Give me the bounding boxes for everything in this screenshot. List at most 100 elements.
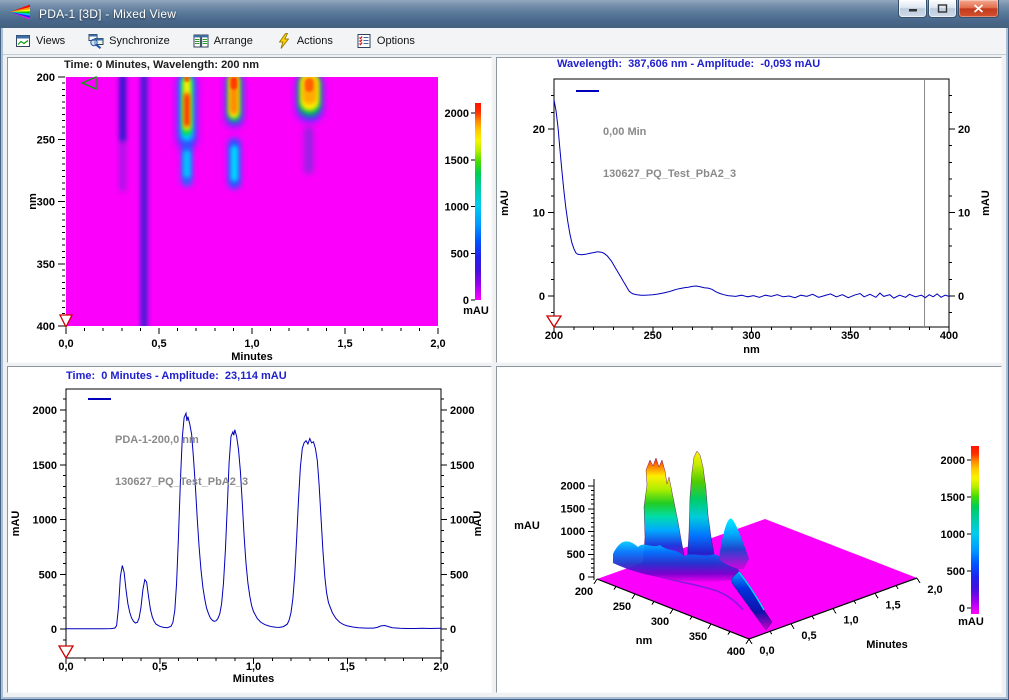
title-bar[interactable]: PDA-1 [3D] - Mixed View <box>0 0 1009 28</box>
app-window: PDA-1 [3D] - Mixed View Views <box>0 0 1009 700</box>
tick-label: 0,5 <box>151 338 166 350</box>
close-icon <box>973 4 984 13</box>
tick-label: 2000 <box>445 108 469 120</box>
actions-label: Actions <box>297 35 333 47</box>
tick-label: 0 <box>959 603 965 615</box>
tick-label: 350 <box>841 330 859 342</box>
tick-label: 1,5 <box>340 661 355 673</box>
tick-label: 2000 <box>33 405 57 417</box>
y-axis-label-left: mAU <box>499 190 511 216</box>
arrange-label: Arrange <box>214 35 253 47</box>
tick-label: 200 <box>545 330 563 342</box>
surface3d-plot[interactable]: 0500100015002000mAU200250300350400nm0,00… <box>497 367 1003 694</box>
actions-button[interactable]: Actions <box>270 29 344 53</box>
legend-line-sample <box>576 90 599 92</box>
tick-label: 500 <box>451 248 469 260</box>
tick-label: 400 <box>940 330 958 342</box>
actions-icon <box>276 33 292 49</box>
options-label: Options <box>377 35 415 47</box>
tick-label: 500 <box>567 549 585 561</box>
window-controls <box>897 0 999 18</box>
tick-label: 250 <box>613 601 631 613</box>
tick-mark <box>690 617 692 620</box>
synchronize-label: Synchronize <box>109 35 170 47</box>
options-button[interactable]: Options <box>350 29 426 53</box>
app-icon <box>8 4 32 25</box>
tick-label: 350 <box>37 259 55 271</box>
tick-label: 1,5 <box>885 599 900 611</box>
heatmap-band <box>120 137 126 192</box>
tick-mark <box>728 632 730 635</box>
toolbar: Views Synchronize Arrange Actions <box>3 28 1006 55</box>
tick-mark <box>896 586 898 589</box>
y-axis-label: nm <box>27 193 39 210</box>
tick-label: 1000 <box>941 529 965 541</box>
window-title: PDA-1 [3D] - Mixed View <box>39 7 176 21</box>
close-button[interactable] <box>958 0 999 18</box>
tick-mark <box>670 609 673 614</box>
tick-label: 500 <box>947 566 965 578</box>
tick-label: 400 <box>37 321 55 333</box>
synchronize-button[interactable]: Synchronize <box>82 29 181 53</box>
heatmap-band <box>183 150 190 177</box>
tick-label: 1000 <box>450 515 474 527</box>
tick-mark <box>812 616 814 619</box>
tick-label: 2,0 <box>433 661 448 673</box>
colorbar <box>971 446 979 614</box>
tick-mark <box>614 587 616 590</box>
position-marker[interactable] <box>547 316 561 327</box>
tick-label: 1,0 <box>843 615 858 627</box>
tick-label: 1500 <box>561 503 585 515</box>
x-axis-label: Minutes <box>233 673 275 685</box>
heatmap-band <box>231 145 238 181</box>
chromatogram-panel: Time: 0 Minutes - Amplitude: 23,114 mAU … <box>7 366 492 693</box>
tick-mark <box>708 624 711 629</box>
options-icon <box>356 33 372 49</box>
tick-label: 0 <box>958 291 964 303</box>
tick-mark <box>770 631 772 634</box>
tick-label: 2000 <box>561 481 585 493</box>
heatmap-band <box>119 73 126 141</box>
chromatogram-legend: PDA-1-200,0 nm 130627_PQ_Test_PbA2_3 <box>88 391 248 517</box>
arrange-button[interactable]: Arrange <box>187 29 264 53</box>
tick-label: 400 <box>727 646 745 658</box>
tick-mark <box>875 593 878 598</box>
tick-mark <box>749 639 752 644</box>
contour-panel: Time: 0 Minutes, Wavelength: 200 nm 2002… <box>7 57 492 363</box>
tick-mark <box>791 624 794 629</box>
tick-label: 0 <box>51 624 57 636</box>
synchronize-icon <box>88 33 104 49</box>
heatmap-band <box>304 127 313 174</box>
tick-label: 1000 <box>33 515 57 527</box>
views-icon <box>15 33 31 49</box>
surface3d-panel: 0500100015002000mAU200250300350400nm0,00… <box>496 366 1002 693</box>
minimize-button[interactable] <box>898 0 927 18</box>
tick-label: 300 <box>37 197 55 209</box>
legend-sample-name: 130627_PQ_Test_PbA2_3 <box>115 475 248 489</box>
tick-label: 300 <box>651 616 669 628</box>
legend-channel: PDA-1-200,0 nm <box>115 433 248 447</box>
spectrum-plot[interactable]: 0010102020200250300350400nmmAUmAU <box>497 58 1003 364</box>
colorbar-label: mAU <box>463 305 489 317</box>
tick-mark <box>854 601 856 604</box>
maximize-button[interactable] <box>928 0 957 18</box>
legend-sample-name: 130627_PQ_Test_PbA2_3 <box>603 167 736 181</box>
chromatogram-plot[interactable]: 005005001000100015001500200020000,00,51,… <box>8 367 493 694</box>
contour-plot[interactable]: 2002503003504000,00,51,01,52,0Minutesnm2… <box>8 58 493 364</box>
tick-label: 1000 <box>445 202 469 214</box>
tick-label: 1500 <box>450 460 474 472</box>
tick-label: 2,0 <box>927 584 942 596</box>
views-button[interactable]: Views <box>9 29 76 53</box>
colorbar-label: mAU <box>958 616 984 628</box>
yellow-top-peak <box>687 451 717 571</box>
tick-label: 200 <box>575 586 593 598</box>
tick-mark <box>632 594 635 599</box>
tick-mark <box>917 578 920 583</box>
tick-label: 10 <box>533 208 545 220</box>
tick-label: 200 <box>37 72 55 84</box>
tick-label: 0,0 <box>759 645 774 657</box>
x-axis-label: Minutes <box>231 351 273 363</box>
tick-mark <box>833 609 836 614</box>
tick-label: 300 <box>742 330 760 342</box>
position-marker[interactable] <box>59 646 73 658</box>
